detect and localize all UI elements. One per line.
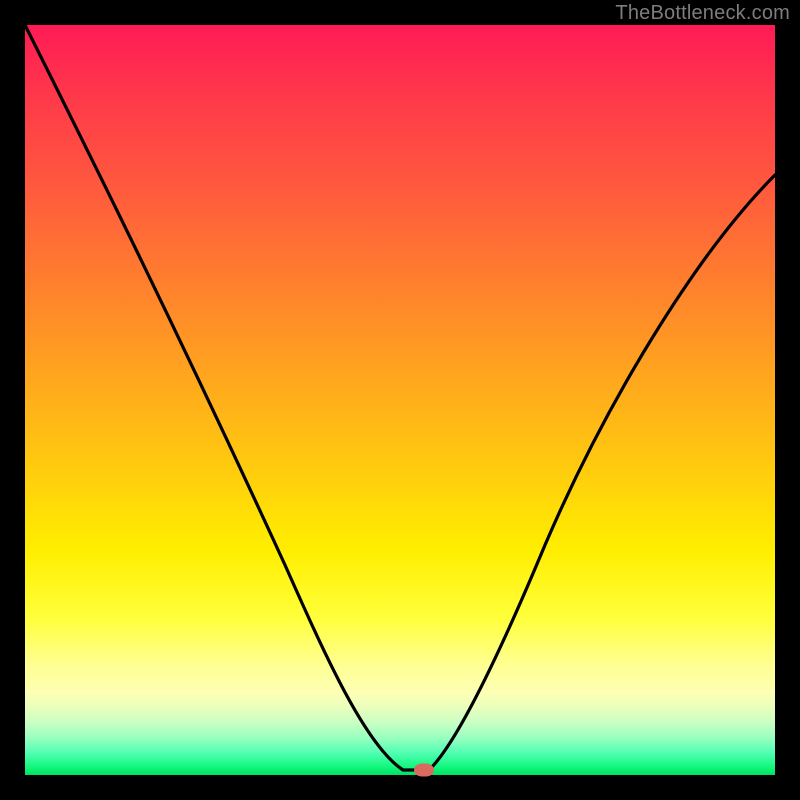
chart-frame: TheBottleneck.com: [0, 0, 800, 800]
watermark-text: TheBottleneck.com: [615, 2, 790, 25]
bottleneck-curve: [25, 25, 775, 775]
minimum-marker: [414, 764, 434, 777]
plot-area: [25, 25, 775, 775]
